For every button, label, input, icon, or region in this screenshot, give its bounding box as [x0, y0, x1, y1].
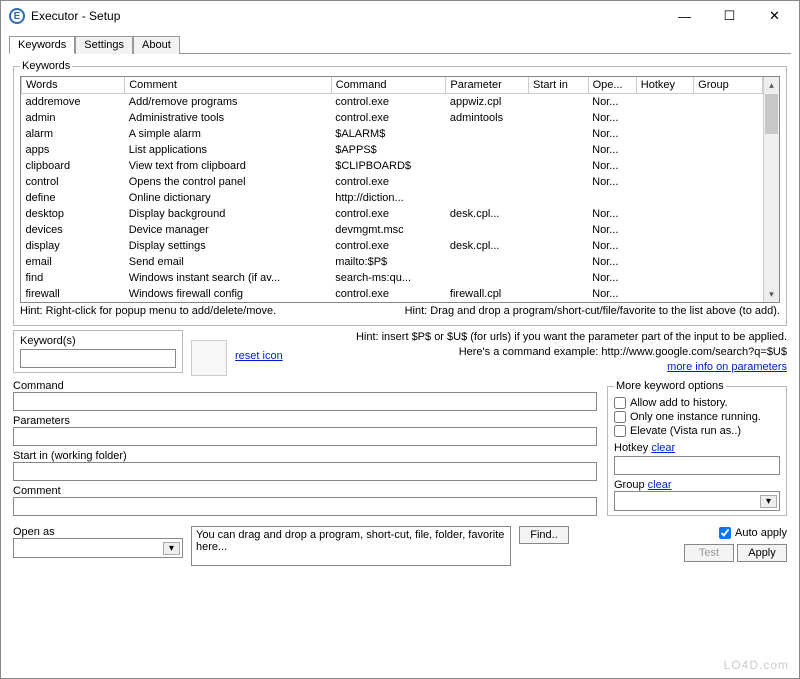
table-row[interactable]: displayDisplay settingscontrol.exedesk.c…	[22, 238, 763, 254]
hint-rightclick: Hint: Right-click for popup menu to add/…	[20, 305, 276, 317]
one-instance-checkbox[interactable]	[614, 411, 626, 423]
more-info-link[interactable]: more info on parameters	[667, 361, 787, 373]
scroll-down-icon[interactable]: ▾	[764, 286, 779, 302]
elevate-label: Elevate (Vista run as..)	[630, 425, 741, 437]
table-row[interactable]: desktopDisplay backgroundcontrol.exedesk…	[22, 206, 763, 222]
allow-history-label: Allow add to history.	[630, 397, 728, 409]
comment-label: Comment	[13, 485, 597, 497]
keyword-label: Keyword(s)	[20, 335, 176, 347]
maximize-button[interactable]: ☐	[707, 2, 752, 30]
hotkey-clear-link[interactable]: clear	[651, 442, 675, 454]
allow-history-checkbox[interactable]	[614, 397, 626, 409]
hotkey-label: Hotkey	[614, 442, 648, 454]
comment-input[interactable]	[13, 497, 597, 516]
hint-dragdrop: Hint: Drag and drop a program/short-cut/…	[405, 305, 780, 317]
drag-drop-area[interactable]: You can drag and drop a program, short-c…	[191, 526, 511, 566]
app-icon: E	[9, 8, 25, 24]
reset-icon-link[interactable]: reset icon	[235, 350, 283, 362]
keywords-legend: Keywords	[20, 60, 72, 72]
apply-button[interactable]: Apply	[737, 544, 787, 562]
test-button[interactable]: Test	[684, 544, 734, 562]
table-row[interactable]: firewallWindows firewall configcontrol.e…	[22, 286, 763, 302]
openas-dropdown[interactable]	[13, 538, 183, 558]
col-comment[interactable]: Comment	[125, 77, 331, 94]
table-row[interactable]: emailSend emailmailto:$P$Nor...	[22, 254, 763, 270]
titlebar: E Executor - Setup — ☐ ✕	[1, 1, 799, 31]
scroll-thumb[interactable]	[765, 94, 778, 134]
col-words[interactable]: Words	[22, 77, 125, 94]
table-row[interactable]: appsList applications$APPS$Nor...	[22, 142, 763, 158]
hint-insert: Hint: insert $P$ or $U$ (for urls) if yo…	[291, 330, 787, 345]
table-row[interactable]: controlOpens the control panelcontrol.ex…	[22, 174, 763, 190]
hint-example: Here's a command example: http://www.goo…	[291, 345, 787, 360]
startin-label: Start in (working folder)	[13, 450, 597, 462]
table-row[interactable]: findWindows instant search (if av...sear…	[22, 270, 763, 286]
group-label: Group	[614, 479, 645, 491]
window-title: Executor - Setup	[31, 9, 662, 23]
table-row[interactable]: defineOnline dictionaryhttp://diction...	[22, 190, 763, 206]
minimize-button[interactable]: —	[662, 2, 707, 30]
find-button[interactable]: Find..	[519, 526, 569, 544]
one-instance-label: Only one instance running.	[630, 411, 761, 423]
keywords-table[interactable]: Words Comment Command Parameter Start in…	[21, 77, 763, 302]
tab-about[interactable]: About	[133, 36, 180, 54]
elevate-checkbox[interactable]	[614, 425, 626, 437]
col-startin[interactable]: Start in	[528, 77, 588, 94]
more-options-legend: More keyword options	[614, 380, 726, 392]
scroll-up-icon[interactable]: ▴	[764, 77, 779, 93]
col-hotkey[interactable]: Hotkey	[636, 77, 693, 94]
table-row[interactable]: adminAdministrative toolscontrol.exeadmi…	[22, 110, 763, 126]
tab-keywords[interactable]: Keywords	[9, 36, 75, 54]
parameters-input[interactable]	[13, 427, 597, 446]
icon-preview	[191, 340, 227, 376]
auto-apply-checkbox[interactable]	[719, 527, 731, 539]
close-button[interactable]: ✕	[752, 2, 797, 30]
auto-apply-label: Auto apply	[735, 527, 787, 539]
group-clear-link[interactable]: clear	[648, 479, 672, 491]
keywords-groupbox: Keywords Words Comment Command Parameter…	[13, 60, 787, 326]
tab-settings[interactable]: Settings	[75, 36, 133, 54]
startin-input[interactable]	[13, 462, 597, 481]
col-group[interactable]: Group	[694, 77, 763, 94]
keyword-input[interactable]	[20, 349, 176, 368]
table-row[interactable]: addremoveAdd/remove programscontrol.exea…	[22, 94, 763, 111]
col-command[interactable]: Command	[331, 77, 446, 94]
watermark: LO4D.com	[724, 658, 789, 672]
col-open[interactable]: Ope...	[588, 77, 636, 94]
hotkey-input[interactable]	[614, 456, 780, 475]
table-row[interactable]: alarmA simple alarm$ALARM$Nor...	[22, 126, 763, 142]
command-input[interactable]	[13, 392, 597, 411]
table-row[interactable]: devicesDevice managerdevmgmt.mscNor...	[22, 222, 763, 238]
command-label: Command	[13, 380, 597, 392]
openas-label: Open as	[13, 526, 183, 538]
table-scrollbar[interactable]: ▴ ▾	[763, 77, 779, 302]
group-dropdown[interactable]	[614, 491, 780, 511]
table-row[interactable]: clipboardView text from clipboard$CLIPBO…	[22, 158, 763, 174]
col-parameter[interactable]: Parameter	[446, 77, 529, 94]
more-options-groupbox: More keyword options Allow add to histor…	[607, 380, 787, 516]
tab-bar: Keywords Settings About	[9, 35, 791, 54]
parameters-label: Parameters	[13, 415, 597, 427]
